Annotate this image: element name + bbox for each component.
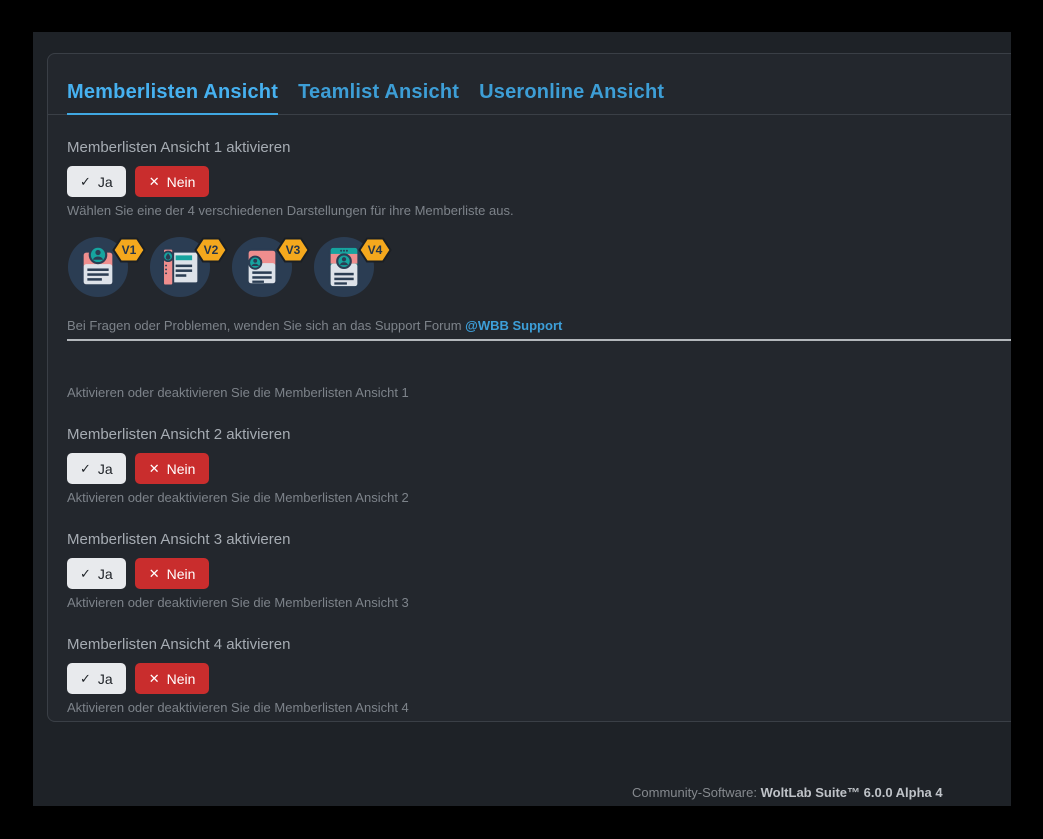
v2-badge: V2 bbox=[194, 237, 228, 263]
variant-2-option[interactable]: V2 bbox=[149, 236, 211, 298]
section4-no-button[interactable]: ✕ Nein bbox=[135, 663, 210, 694]
yes-label: Ja bbox=[98, 566, 113, 582]
section4-heading: Memberlisten Ansicht 4 aktivieren bbox=[67, 637, 999, 652]
section3-description: Aktivieren oder deaktivieren Sie die Mem… bbox=[67, 596, 999, 609]
check-icon: ✓ bbox=[80, 671, 91, 687]
section3-toggle: ✓ Ja ✕ Nein bbox=[67, 558, 999, 589]
v4-badge-label: V4 bbox=[358, 237, 392, 263]
support-note-text: Bei Fragen oder Problemen, wenden Sie si… bbox=[67, 318, 465, 333]
v3-badge: V3 bbox=[276, 237, 310, 263]
section1-no-button[interactable]: ✕ Nein bbox=[135, 166, 210, 197]
v3-badge-label: V3 bbox=[276, 237, 310, 263]
check-icon: ✓ bbox=[80, 461, 91, 477]
cross-icon: ✕ bbox=[149, 174, 160, 190]
copyright-footer: Community-Software: WoltLab Suite™ 6.0.0… bbox=[632, 785, 943, 800]
tab-teamlist-ansicht[interactable]: Teamlist Ansicht bbox=[298, 81, 459, 115]
section2-description: Aktivieren oder deaktivieren Sie die Mem… bbox=[67, 491, 999, 504]
section1-yes-button[interactable]: ✓ Ja bbox=[67, 166, 126, 197]
section4-yes-button[interactable]: ✓ Ja bbox=[67, 663, 126, 694]
no-label: Nein bbox=[167, 671, 196, 687]
yes-label: Ja bbox=[98, 174, 113, 190]
section1-toggle: ✓ Ja ✕ Nein bbox=[67, 166, 999, 197]
v4-badge: V4 bbox=[358, 237, 392, 263]
variant-4-option[interactable]: V4 bbox=[313, 236, 375, 298]
section1-hint: Wählen Sie eine der 4 verschiedenen Dars… bbox=[67, 204, 999, 217]
check-icon: ✓ bbox=[80, 174, 91, 190]
no-label: Nein bbox=[167, 174, 196, 190]
section2-yes-button[interactable]: ✓ Ja bbox=[67, 453, 126, 484]
cross-icon: ✕ bbox=[149, 671, 160, 687]
section4-toggle: ✓ Ja ✕ Nein bbox=[67, 663, 999, 694]
check-icon: ✓ bbox=[80, 566, 91, 582]
tab-bar: Memberlisten Ansicht Teamlist Ansicht Us… bbox=[48, 54, 1011, 115]
section2-no-button[interactable]: ✕ Nein bbox=[135, 453, 210, 484]
v1-badge: V1 bbox=[112, 237, 146, 263]
footer-prefix: Community-Software: bbox=[632, 785, 761, 800]
tab-content: Memberlisten Ansicht 1 aktivieren ✓ Ja ✕… bbox=[48, 140, 1011, 714]
section-divider bbox=[67, 339, 1011, 341]
tab-memberlisten-ansicht[interactable]: Memberlisten Ansicht bbox=[67, 81, 278, 115]
v2-badge-label: V2 bbox=[194, 237, 228, 263]
section3-no-button[interactable]: ✕ Nein bbox=[135, 558, 210, 589]
yes-label: Ja bbox=[98, 461, 113, 477]
section1-heading: Memberlisten Ansicht 1 aktivieren bbox=[67, 140, 999, 155]
section3-yes-button[interactable]: ✓ Ja bbox=[67, 558, 126, 589]
no-label: Nein bbox=[167, 566, 196, 582]
support-note: Bei Fragen oder Problemen, wenden Sie si… bbox=[67, 319, 999, 332]
v1-badge-label: V1 bbox=[112, 237, 146, 263]
section2-heading: Memberlisten Ansicht 2 aktivieren bbox=[67, 427, 999, 442]
woltlab-product-link[interactable]: WoltLab Suite™ 6.0.0 Alpha 4 bbox=[761, 785, 943, 800]
yes-label: Ja bbox=[98, 671, 113, 687]
settings-card: Memberlisten Ansicht Teamlist Ansicht Us… bbox=[47, 53, 1011, 722]
variant-1-option[interactable]: V1 bbox=[67, 236, 129, 298]
cross-icon: ✕ bbox=[149, 566, 160, 582]
section3-heading: Memberlisten Ansicht 3 aktivieren bbox=[67, 532, 999, 547]
acp-page-panel: Memberlisten Ansicht Teamlist Ansicht Us… bbox=[33, 32, 1011, 806]
variant-picker: V1 bbox=[67, 236, 999, 300]
wbb-support-link[interactable]: @WBB Support bbox=[465, 318, 562, 333]
section1-description: Aktivieren oder deaktivieren Sie die Mem… bbox=[67, 386, 999, 399]
section4-description: Aktivieren oder deaktivieren Sie die Mem… bbox=[67, 701, 999, 714]
tab-useronline-ansicht[interactable]: Useronline Ansicht bbox=[479, 81, 664, 115]
section2-toggle: ✓ Ja ✕ Nein bbox=[67, 453, 999, 484]
variant-3-option[interactable]: V3 bbox=[231, 236, 293, 298]
no-label: Nein bbox=[167, 461, 196, 477]
cross-icon: ✕ bbox=[149, 461, 160, 477]
